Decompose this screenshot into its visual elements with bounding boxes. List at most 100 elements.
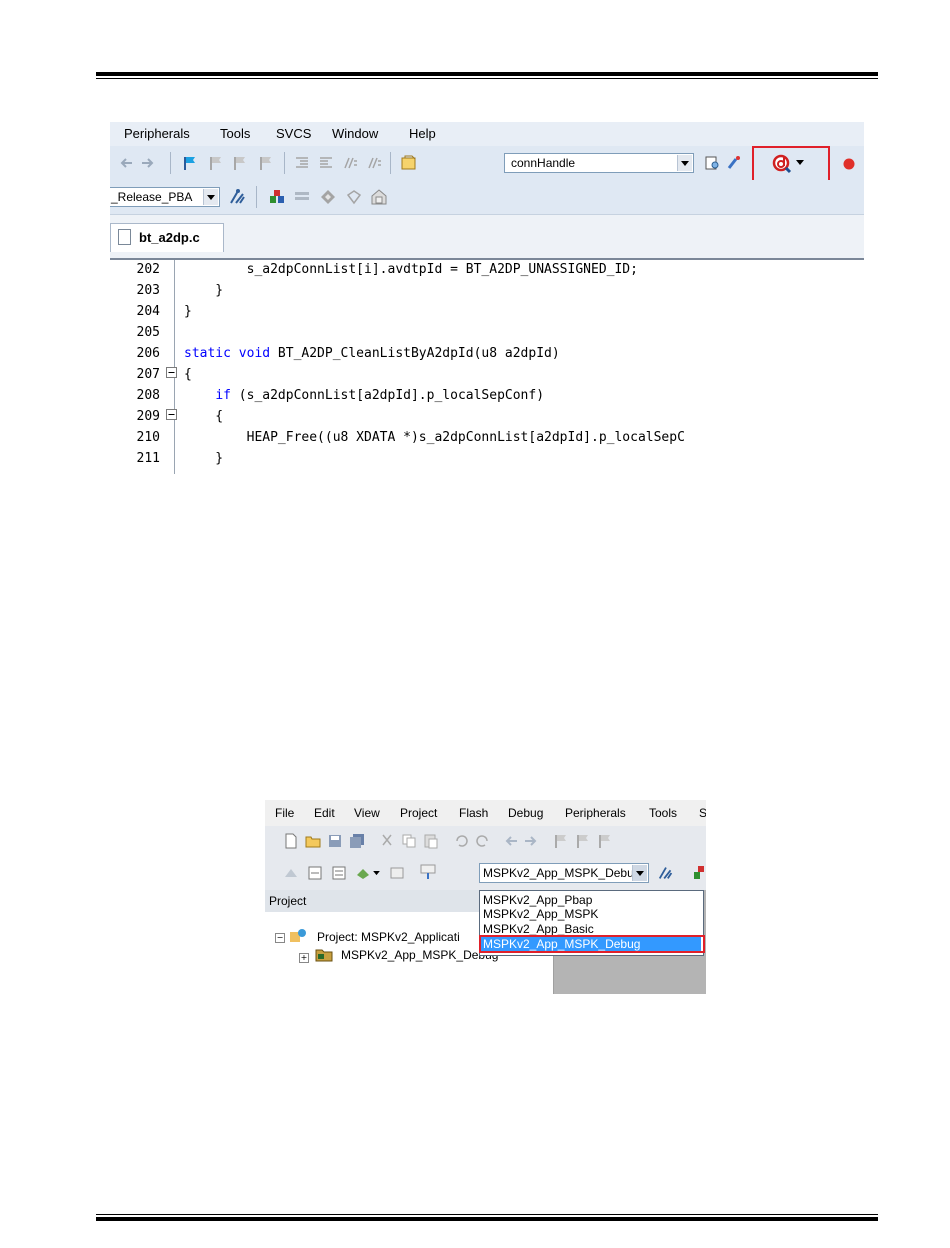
save-all-icon[interactable] [349, 833, 365, 849]
manage-components-icon[interactable] [268, 188, 286, 206]
target-options-icon[interactable] [228, 188, 248, 206]
copy-icon[interactable] [401, 833, 417, 849]
save-icon[interactable] [327, 833, 343, 849]
target-combo[interactable]: MSPKv2_App_MSPK_Debu [479, 863, 649, 883]
fold-collapse-icon[interactable] [166, 409, 177, 420]
chevron-down-icon[interactable] [373, 871, 380, 876]
project-icon [290, 929, 306, 942]
redo-icon[interactable] [475, 833, 491, 849]
menu-tools[interactable]: Tools [220, 126, 250, 141]
menu-peripherals[interactable]: Peripherals [565, 806, 626, 820]
undo-icon[interactable] [453, 833, 469, 849]
toolbar-build: _Release_PBA [110, 180, 864, 214]
paste-icon[interactable] [423, 833, 439, 849]
code-text: { [184, 409, 223, 424]
target-combo-dropdown-icon[interactable] [203, 189, 218, 205]
line-number: 209 [136, 409, 160, 424]
stop-build-icon[interactable] [389, 865, 405, 881]
clear-bookmarks-icon[interactable] [258, 155, 274, 171]
menu-view[interactable]: View [354, 806, 380, 820]
tree-target-label[interactable]: MSPKv2_App_MSPK_Debug [341, 948, 498, 962]
ide-screenshot-editor: Peripherals Tools SVCS Window Help connH… [110, 122, 864, 474]
forward-arrow-icon[interactable] [140, 155, 156, 171]
toolbar-separator [390, 152, 391, 174]
forward-arrow-icon[interactable] [523, 833, 539, 849]
menu-peripherals[interactable]: Peripherals [124, 126, 190, 141]
menu-flash[interactable]: Flash [459, 806, 488, 820]
build-icon[interactable] [307, 865, 323, 881]
indent-icon[interactable] [294, 155, 310, 171]
next-bookmark-icon[interactable] [597, 833, 613, 849]
line-number: 207 [136, 367, 160, 382]
bookmark-flag-icon[interactable] [553, 833, 569, 849]
books-icon[interactable] [294, 189, 310, 205]
pack-installer-icon[interactable] [320, 189, 336, 205]
find-combo-dropdown-icon[interactable] [677, 155, 692, 171]
tab-bt-a2dp[interactable]: bt_a2dp.c [110, 223, 224, 252]
code-editor[interactable]: 202 s_a2dpConnList[i].avdtpId = BT_A2DP_… [110, 258, 864, 474]
line-number: 203 [136, 283, 160, 298]
line-number: 208 [136, 388, 160, 403]
menu-debug[interactable]: Debug [508, 806, 543, 820]
menu-tools[interactable]: Tools [649, 806, 677, 820]
unindent-icon[interactable] [318, 155, 334, 171]
code-segment: HEAP_Free((u8 XDATA *)s_a2dpConnList[a2d… [184, 430, 685, 445]
dropdown-option[interactable]: MSPKv2_App_MSPK [480, 907, 701, 921]
comment-icon[interactable] [342, 155, 358, 171]
prev-bookmark-icon[interactable] [208, 155, 224, 171]
code-keyword: static void [184, 346, 271, 361]
tree-root-label[interactable]: Project: MSPKv2_Applicati [317, 930, 460, 944]
line-number: 205 [136, 325, 160, 340]
incremental-find-icon[interactable] [726, 155, 742, 171]
open-folder-icon[interactable] [305, 833, 321, 849]
code-segment: } [184, 283, 224, 298]
menu-project[interactable]: Project [400, 806, 437, 820]
menu-file[interactable]: File [275, 806, 294, 820]
toolbar-build: MSPKv2_App_MSPK_Debu [265, 856, 706, 890]
rebuild-icon[interactable] [331, 865, 347, 881]
menu-svcs[interactable]: SVCS [276, 126, 311, 141]
dropdown-option[interactable]: MSPKv2_App_Pbap [480, 893, 701, 907]
back-arrow-icon[interactable] [503, 833, 519, 849]
batch-build-icon[interactable] [355, 865, 371, 881]
download-icon[interactable] [419, 863, 437, 881]
translate-icon[interactable] [283, 865, 299, 881]
code-text: { [184, 367, 192, 382]
code-text: s_a2dpConnList[i].avdtpId = BT_A2DP_UNAS… [184, 262, 638, 277]
target-combo[interactable]: _Release_PBA [110, 187, 220, 207]
menu-s[interactable]: S [699, 806, 706, 820]
tab-label: bt_a2dp.c [139, 230, 200, 245]
editor-tab-bar: bt_a2dp.c [110, 214, 864, 259]
line-number: 206 [136, 346, 160, 361]
code-text: } [184, 304, 192, 319]
back-arrow-icon[interactable] [118, 155, 134, 171]
cut-icon[interactable] [379, 833, 395, 849]
menu-bar: Peripherals Tools SVCS Window Help [110, 122, 864, 146]
uncomment-icon[interactable] [366, 155, 382, 171]
next-bookmark-icon[interactable] [232, 155, 248, 171]
target-combo-dropdown-icon[interactable] [632, 865, 647, 881]
select-packs-icon[interactable] [370, 188, 388, 206]
file-icon [118, 229, 131, 245]
new-file-icon[interactable] [283, 833, 299, 849]
find-in-files-icon[interactable] [400, 154, 418, 172]
code-text: if (s_a2dpConnList[a2dpId].p_localSepCon… [184, 388, 544, 403]
code-text: HEAP_Free((u8 XDATA *)s_a2dpConnList[a2d… [184, 430, 685, 445]
prev-bookmark-icon[interactable] [575, 833, 591, 849]
environment-icon[interactable] [346, 189, 362, 205]
breakpoint-icon[interactable] [842, 157, 856, 171]
find-combo[interactable]: connHandle [504, 153, 694, 173]
manage-components-icon[interactable] [693, 864, 706, 882]
collapse-toggle[interactable]: − [275, 933, 285, 943]
bookmark-flag-icon[interactable] [182, 155, 198, 171]
menu-help[interactable]: Help [409, 126, 436, 141]
dropdown-option[interactable]: MSPKv2_App_Basic [480, 922, 701, 936]
fold-collapse-icon[interactable] [166, 367, 177, 378]
menu-edit[interactable]: Edit [314, 806, 335, 820]
line-number: 210 [136, 430, 160, 445]
target-options-icon[interactable] [657, 864, 675, 882]
menu-window[interactable]: Window [332, 126, 378, 141]
find-icon[interactable] [704, 155, 720, 171]
code-keyword: if [215, 388, 231, 403]
expand-toggle[interactable]: + [299, 953, 309, 963]
